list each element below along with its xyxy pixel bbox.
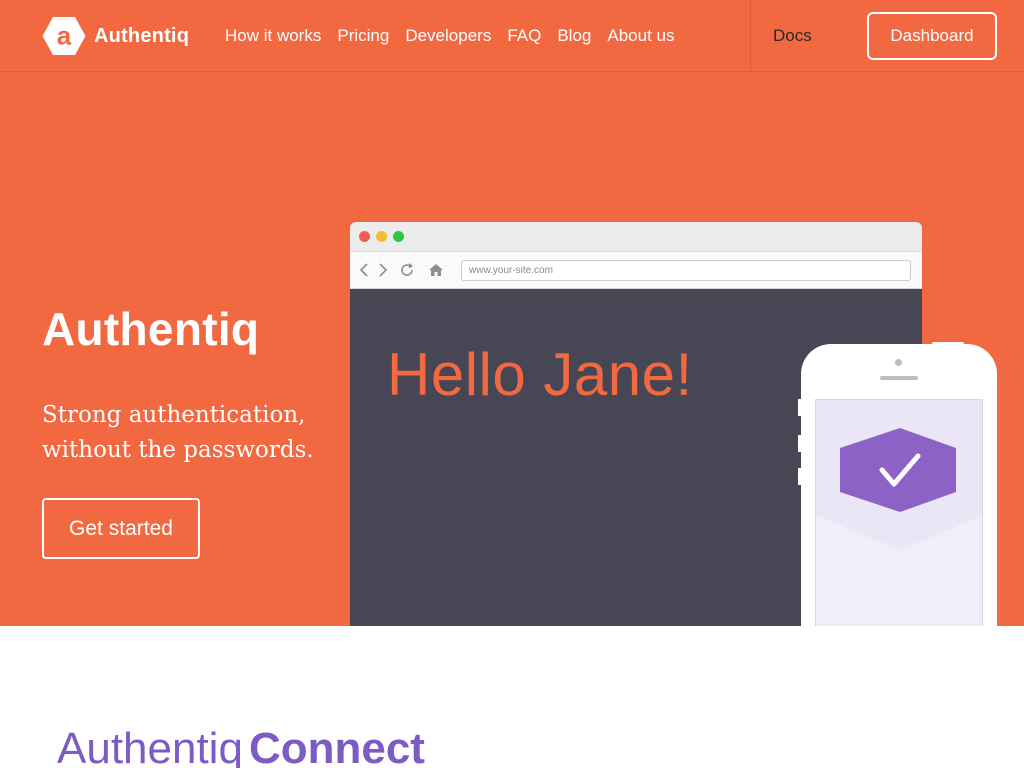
brand-logo-link[interactable]: a Authentiq [42,16,189,56]
section-heading: Authentiq Connect [57,725,425,768]
hero-subtitle-line-1: Strong authentication, [42,402,306,428]
nav-link-pricing[interactable]: Pricing [329,26,397,46]
get-started-button[interactable]: Get started [42,498,200,559]
nav-link-blog[interactable]: Blog [549,26,599,46]
top-navbar: a Authentiq How it works Pricing Develop… [0,0,1024,72]
browser-toolbar: www.your-site.com [350,251,922,289]
hero-subtitle-line-2: without the passwords. [42,437,314,463]
reload-icon [401,263,413,276]
window-minimize-dot-icon [376,231,387,242]
logo-letter: a [57,21,72,51]
nav-link-how-it-works[interactable]: How it works [217,26,329,46]
phone-mockup [801,344,997,626]
nav-link-docs[interactable]: Docs [773,0,812,72]
nav-divider [750,0,751,72]
hero-subtitle: Strong authentication, without the passw… [42,398,342,468]
hero-title: Authentiq [42,303,260,355]
home-icon [429,264,443,276]
authentiq-logo-icon: a [42,17,86,55]
section-heading-bold: Connect [248,724,425,768]
phone-speaker [880,376,918,380]
brand-name: Authentiq [94,24,190,47]
nav-link-about-us[interactable]: About us [599,26,682,46]
nav-link-developers[interactable]: Developers [397,26,499,46]
dashboard-button[interactable]: Dashboard [867,12,997,60]
browser-titlebar [350,222,922,251]
nav-link-faq[interactable]: FAQ [499,26,549,46]
primary-nav: How it works Pricing Developers FAQ Blog… [217,0,682,72]
forward-icon [379,263,388,277]
hero-section: Authentiq Strong authentication, without… [0,72,1024,626]
address-bar: www.your-site.com [461,260,911,281]
back-icon [359,263,368,277]
greeting-text: Hello Jane! [387,341,693,408]
section-heading-light: Authentiq [57,724,243,768]
phone-screen [815,399,983,626]
window-close-dot-icon [359,231,370,242]
window-zoom-dot-icon [393,231,404,242]
verified-badge-icon [816,400,982,550]
phone-camera-icon [895,359,902,366]
